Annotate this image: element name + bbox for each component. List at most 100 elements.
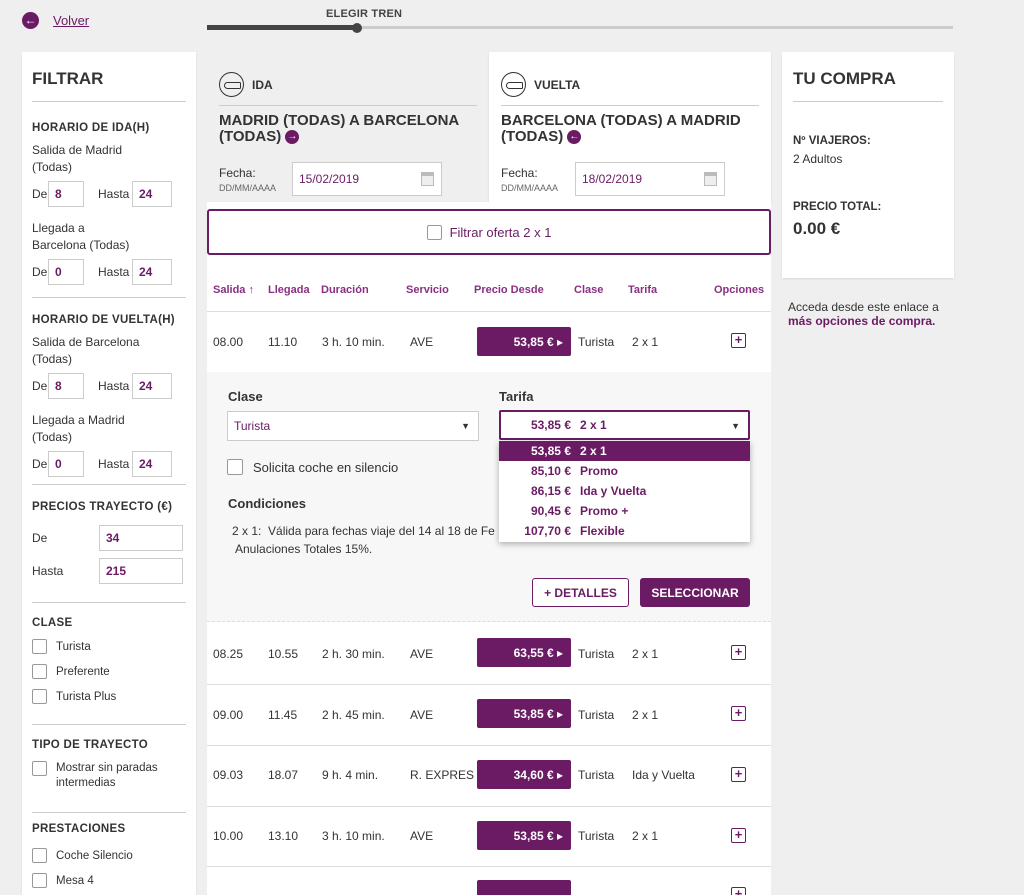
- dropdown-option[interactable]: 53,85 € 2 x 1: [499, 441, 750, 461]
- sin-paradas-option[interactable]: Mostrar sin paradas intermedias: [32, 761, 186, 791]
- vuelta-date-input[interactable]: 18/02/2019: [575, 162, 725, 196]
- vuelta-salida-de-input[interactable]: 8: [48, 373, 84, 399]
- checkbox[interactable]: [32, 848, 47, 863]
- dropdown-option[interactable]: 86,15 € Ida y Vuelta: [499, 481, 750, 501]
- price-button[interactable]: 53,85 € ▸: [477, 327, 571, 356]
- col-precio[interactable]: Precio Desde: [474, 284, 544, 296]
- expand-plus-icon[interactable]: +: [731, 828, 746, 843]
- cell-clase: Turista: [578, 708, 615, 722]
- expand-plus-icon[interactable]: +: [731, 887, 746, 895]
- vuelta-llegada-hasta-input[interactable]: 24: [132, 451, 172, 477]
- checkbox[interactable]: [32, 664, 47, 679]
- condiciones-text: 2 x 1: Válida para fechas viaje del 14 a…: [232, 524, 495, 538]
- date-value: 18/02/2019: [582, 172, 643, 186]
- calendar-icon[interactable]: [704, 172, 717, 186]
- option-label: Turista Plus: [56, 690, 117, 703]
- expand-plus-icon[interactable]: +: [731, 706, 746, 721]
- de-label: De: [32, 531, 48, 545]
- cell-servicio: AVE: [410, 647, 434, 661]
- ida-panel: IDA MADRID (TODAS) A BARCELONA (TODAS) →…: [207, 52, 489, 202]
- dropdown-option[interactable]: 107,70 € Flexible: [499, 521, 750, 541]
- ida-llegada-hasta-input[interactable]: 24: [132, 259, 172, 285]
- col-salida[interactable]: Salida ↑: [213, 284, 254, 296]
- fecha-label: Fecha: DD/MM/AAAA: [501, 166, 558, 193]
- vuelta-route: BARCELONA (TODAS) A MADRID (TODAS) ←: [501, 113, 759, 145]
- condiciones-title: Condiciones: [228, 496, 307, 511]
- silencio-option[interactable]: Solicita coche en silencio: [227, 459, 398, 475]
- checkbox[interactable]: [426, 224, 442, 240]
- filter-tipo-section: TIPO DE TRAYECTO Mostrar sin paradas int…: [32, 725, 186, 813]
- condiciones-text: Anulaciones Totales 15%.: [235, 542, 373, 556]
- cell-salida: 10.00: [213, 829, 244, 843]
- clase-option[interactable]: Turista Plus: [32, 689, 186, 704]
- col-tarifa[interactable]: Tarifa: [628, 284, 657, 296]
- fecha-label: Fecha: DD/MM/AAAA: [219, 166, 276, 193]
- viajeros-label: Nº VIAJEROS:: [793, 135, 871, 147]
- offer-filter[interactable]: Filtrar oferta 2 x 1: [207, 209, 771, 255]
- prestacion-option[interactable]: Coche Silencio: [32, 848, 186, 863]
- back-label[interactable]: Volver: [53, 13, 89, 28]
- clase-select[interactable]: Turista ▼: [227, 411, 479, 441]
- option-label: Mostrar sin paradas intermedias: [56, 762, 158, 789]
- seleccionar-button[interactable]: SELECCIONAR: [640, 578, 750, 607]
- expand-plus-icon[interactable]: +: [731, 767, 746, 782]
- back-link[interactable]: ← Volver: [22, 12, 89, 29]
- dropdown-option[interactable]: 85,10 € Promo: [499, 461, 750, 481]
- arrow-left-circle-icon: ←: [22, 12, 39, 29]
- calendar-icon[interactable]: [421, 172, 434, 186]
- price-button[interactable]: 53,85 € ▸: [477, 821, 571, 850]
- fecha-format: DD/MM/AAAA: [501, 183, 559, 193]
- ida-salida-hasta-input[interactable]: 24: [132, 181, 172, 207]
- cell-salida: 08.25: [213, 647, 244, 661]
- clase-option[interactable]: Turista: [32, 639, 186, 654]
- col-llegada[interactable]: Llegada: [268, 284, 310, 296]
- cell-duracion: 2 h. 45 min.: [322, 708, 385, 722]
- more-options-link[interactable]: más opciones de compra.: [788, 314, 935, 328]
- checkbox[interactable]: [32, 873, 47, 888]
- checkbox[interactable]: [32, 761, 47, 776]
- section-title: HORARIO DE VUELTA(H): [32, 314, 175, 326]
- cell-llegada: 18.07: [268, 768, 299, 782]
- de-label: De: [32, 379, 48, 393]
- vuelta-salida-hasta-input[interactable]: 24: [132, 373, 172, 399]
- checkbox[interactable]: [227, 459, 243, 475]
- cell-tarifa: Ida y Vuelta: [632, 768, 695, 782]
- select-value: 2 x 1: [580, 418, 607, 432]
- checkbox[interactable]: [32, 689, 47, 704]
- dropdown-option[interactable]: 90,45 € Promo +: [499, 501, 750, 521]
- cell-tarifa: 2 x 1: [632, 829, 659, 843]
- caret-down-icon: ▼: [731, 421, 740, 431]
- tarifa-select[interactable]: 53,85 € 2 x 1 ▼: [499, 410, 750, 440]
- filter-clase-section: CLASE Turista Preferente Turista Plus: [32, 603, 186, 725]
- date-value: 15/02/2019: [299, 172, 360, 186]
- expand-plus-icon[interactable]: +: [731, 645, 746, 660]
- fecha-text: Fecha:: [219, 166, 256, 180]
- checkbox[interactable]: [32, 639, 47, 654]
- vuelta-llegada-de-input[interactable]: 0: [48, 451, 84, 477]
- price-button[interactable]: 63,55 € ▸: [477, 638, 571, 667]
- clase-option[interactable]: Preferente: [32, 664, 186, 679]
- price-button[interactable]: 53,85 € ▸: [477, 699, 571, 728]
- option-name: 2 x 1: [580, 444, 607, 458]
- ida-llegada-de-input[interactable]: 0: [48, 259, 84, 285]
- section-title: TIPO DE TRAYECTO: [32, 739, 148, 751]
- col-clase[interactable]: Clase: [574, 284, 603, 296]
- vuelta-panel[interactable]: VUELTA BARCELONA (TODAS) A MADRID (TODAS…: [489, 52, 771, 202]
- detalles-button[interactable]: + DETALLES: [532, 578, 629, 607]
- caret-down-icon: ▼: [461, 421, 470, 431]
- expand-plus-icon[interactable]: +: [731, 333, 746, 348]
- precio-de-input[interactable]: 34: [99, 525, 183, 551]
- col-servicio[interactable]: Servicio: [406, 284, 449, 296]
- more-options-note: Acceda desde este enlace a más opciones …: [788, 300, 958, 328]
- prestacion-option[interactable]: Mesa 4: [32, 873, 186, 888]
- route-text: MADRID (TODAS) A BARCELONA (TODAS): [219, 112, 459, 145]
- precio-hasta-input[interactable]: 215: [99, 558, 183, 584]
- de-label: De: [32, 187, 48, 201]
- ida-date-input[interactable]: 15/02/2019: [292, 162, 442, 196]
- price-button-partial[interactable]: [477, 880, 571, 895]
- col-duracion[interactable]: Duración: [321, 284, 369, 296]
- ida-salida-de-input[interactable]: 8: [48, 181, 84, 207]
- arrow-left-circle-icon: ←: [567, 130, 582, 145]
- price-button[interactable]: 34,60 € ▸: [477, 760, 571, 789]
- filter-precios-section: PRECIOS TRAYECTO (€) De 34 Hasta 215: [32, 485, 186, 603]
